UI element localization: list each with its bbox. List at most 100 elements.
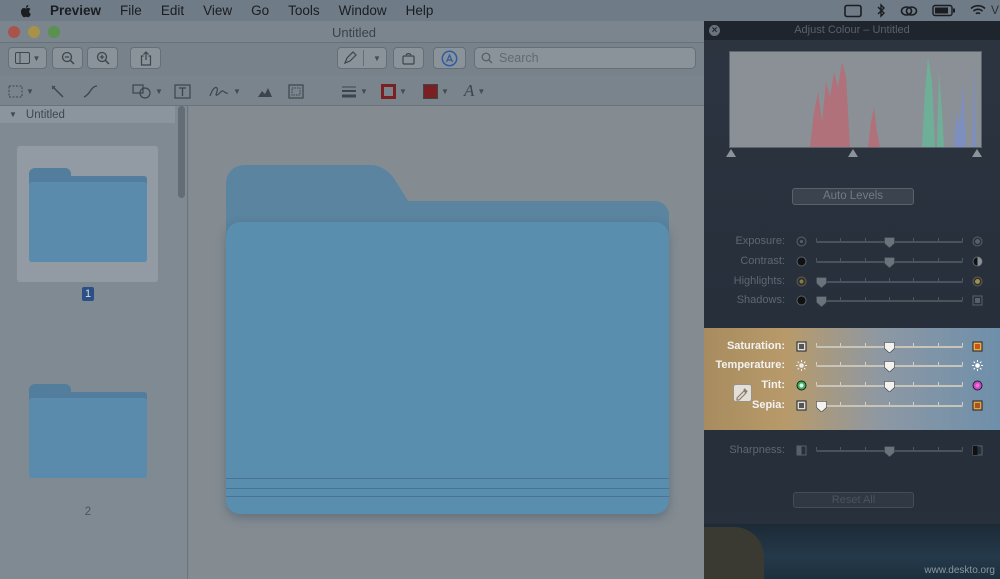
disclosure-triangle-icon[interactable]: ▼ bbox=[9, 110, 17, 119]
contrast-slider[interactable] bbox=[816, 257, 963, 268]
sepia-min-icon[interactable] bbox=[796, 400, 807, 411]
contrast-min-icon[interactable] bbox=[796, 256, 807, 267]
shapes-tool[interactable]: ▼ bbox=[132, 81, 163, 101]
sharpness-slider-thumb[interactable] bbox=[884, 446, 895, 457]
menu-view[interactable]: View bbox=[203, 3, 232, 18]
wifi-icon[interactable] bbox=[970, 4, 986, 17]
rotate-icon bbox=[402, 53, 415, 65]
sepia-label: Sepia: bbox=[751, 399, 785, 411]
tint-slider-thumb[interactable] bbox=[884, 381, 895, 392]
tint-label: Tint: bbox=[761, 379, 785, 391]
sidebar-header[interactable]: ▼ Untitled bbox=[0, 106, 175, 123]
zoom-in-button[interactable] bbox=[87, 47, 118, 69]
tint-max-icon[interactable] bbox=[972, 380, 983, 391]
menu-help[interactable]: Help bbox=[406, 3, 434, 18]
auto-levels-button[interactable]: Auto Levels bbox=[792, 188, 914, 205]
sidebar-document-name: Untitled bbox=[25, 108, 65, 121]
page-thumbnail-1[interactable] bbox=[17, 146, 158, 282]
zoom-out-icon bbox=[61, 51, 75, 65]
adjust-size-tool[interactable] bbox=[288, 81, 304, 101]
fill-colour-icon bbox=[423, 83, 438, 99]
text-tool[interactable] bbox=[174, 81, 191, 101]
sketch-tool[interactable] bbox=[82, 81, 99, 101]
border-colour-icon bbox=[381, 83, 396, 99]
shadows-max-icon[interactable] bbox=[972, 295, 983, 306]
markup-icon bbox=[441, 50, 458, 66]
exposure-max-icon[interactable] bbox=[972, 236, 983, 247]
sidebar-view-button[interactable]: ▼ bbox=[8, 47, 47, 69]
highlights-slider-thumb[interactable] bbox=[816, 277, 827, 288]
sepia-slider-thumb[interactable] bbox=[816, 401, 827, 412]
border-colour-tool[interactable]: ▼ bbox=[381, 81, 407, 101]
temperature-max-icon[interactable] bbox=[972, 360, 983, 371]
highlights-max-icon[interactable] bbox=[972, 276, 983, 287]
creative-cloud-icon[interactable] bbox=[900, 4, 918, 18]
exposure-slider-thumb[interactable] bbox=[884, 237, 895, 248]
exposure-slider[interactable] bbox=[816, 237, 963, 248]
contrast-slider-thumb[interactable] bbox=[884, 257, 895, 268]
menu-file[interactable]: File bbox=[120, 3, 142, 18]
saturation-slider[interactable] bbox=[816, 342, 963, 353]
contrast-slider-row: Contrast: bbox=[704, 254, 1000, 270]
menu-window[interactable]: Window bbox=[339, 3, 387, 18]
sepia-max-icon[interactable] bbox=[972, 400, 983, 411]
highlights-min-icon[interactable] bbox=[796, 276, 807, 287]
midtone-handle[interactable] bbox=[848, 149, 858, 157]
white-point-handle[interactable] bbox=[972, 149, 982, 157]
sharpness-max-icon[interactable] bbox=[972, 445, 983, 456]
menu-go[interactable]: Go bbox=[251, 3, 269, 18]
line-style-icon bbox=[342, 86, 356, 97]
sharpness-slider-row: Sharpness: bbox=[704, 443, 1000, 459]
saturation-min-icon[interactable] bbox=[796, 341, 807, 352]
battery-icon[interactable] bbox=[932, 4, 956, 17]
highlights-slider[interactable] bbox=[816, 277, 963, 288]
selection-tool[interactable]: ▼ bbox=[8, 81, 34, 101]
document-canvas[interactable] bbox=[189, 106, 708, 579]
zoom-in-icon bbox=[96, 51, 110, 65]
shapes-icon bbox=[132, 83, 151, 99]
adjust-colour-tool[interactable] bbox=[256, 81, 274, 101]
apple-logo-icon[interactable] bbox=[18, 3, 34, 19]
menu-edge-letter: V bbox=[990, 3, 999, 17]
chevron-down-icon: ▼ bbox=[373, 53, 381, 63]
temperature-slider-thumb[interactable] bbox=[884, 361, 895, 372]
sharpness-min-icon[interactable] bbox=[796, 445, 807, 456]
menu-tools[interactable]: Tools bbox=[288, 3, 320, 18]
sidebar-scrollbar[interactable] bbox=[178, 106, 185, 198]
shadows-min-icon[interactable] bbox=[796, 295, 807, 306]
share-icon bbox=[140, 50, 151, 66]
sepia-slider-row: Sepia: bbox=[704, 398, 1000, 414]
line-style-tool[interactable]: ▼ bbox=[341, 81, 368, 101]
menu-app-name[interactable]: Preview bbox=[50, 3, 101, 18]
sign-tool[interactable]: ▼ bbox=[208, 81, 241, 101]
sharpness-slider[interactable] bbox=[816, 446, 963, 457]
text-style-tool[interactable]: A ▼ bbox=[464, 81, 485, 101]
instant-alpha-tool[interactable] bbox=[50, 81, 65, 101]
tint-min-icon[interactable] bbox=[796, 380, 807, 391]
search-input[interactable] bbox=[499, 51, 679, 65]
bluetooth-icon[interactable] bbox=[876, 3, 886, 18]
saturation-slider-thumb[interactable] bbox=[884, 342, 895, 353]
temperature-slider[interactable] bbox=[816, 361, 963, 372]
saturation-max-icon[interactable] bbox=[972, 341, 983, 352]
reset-all-button[interactable]: Reset All bbox=[793, 492, 914, 508]
contrast-max-icon[interactable] bbox=[972, 256, 983, 267]
markup-toolbar-button[interactable] bbox=[433, 47, 466, 69]
tint-slider[interactable] bbox=[816, 381, 963, 392]
fill-colour-tool[interactable]: ▼ bbox=[423, 81, 449, 101]
exposure-min-icon[interactable] bbox=[796, 236, 807, 247]
rotate-button[interactable] bbox=[393, 47, 424, 69]
shadows-slider-thumb[interactable] bbox=[816, 296, 827, 307]
zoom-out-button[interactable] bbox=[52, 47, 83, 69]
highlight-pen-button[interactable]: ▼ bbox=[337, 47, 387, 69]
watermark-text: www.deskto.org bbox=[924, 565, 995, 576]
menu-edit[interactable]: Edit bbox=[161, 3, 184, 18]
temperature-min-icon[interactable] bbox=[796, 360, 807, 371]
shadows-slider[interactable] bbox=[816, 296, 963, 307]
black-point-handle[interactable] bbox=[726, 149, 736, 157]
search-icon bbox=[481, 52, 493, 64]
search-field[interactable] bbox=[474, 47, 696, 69]
screen-mirroring-icon[interactable] bbox=[844, 4, 862, 18]
share-button[interactable] bbox=[130, 47, 161, 69]
sepia-slider[interactable] bbox=[816, 401, 963, 412]
